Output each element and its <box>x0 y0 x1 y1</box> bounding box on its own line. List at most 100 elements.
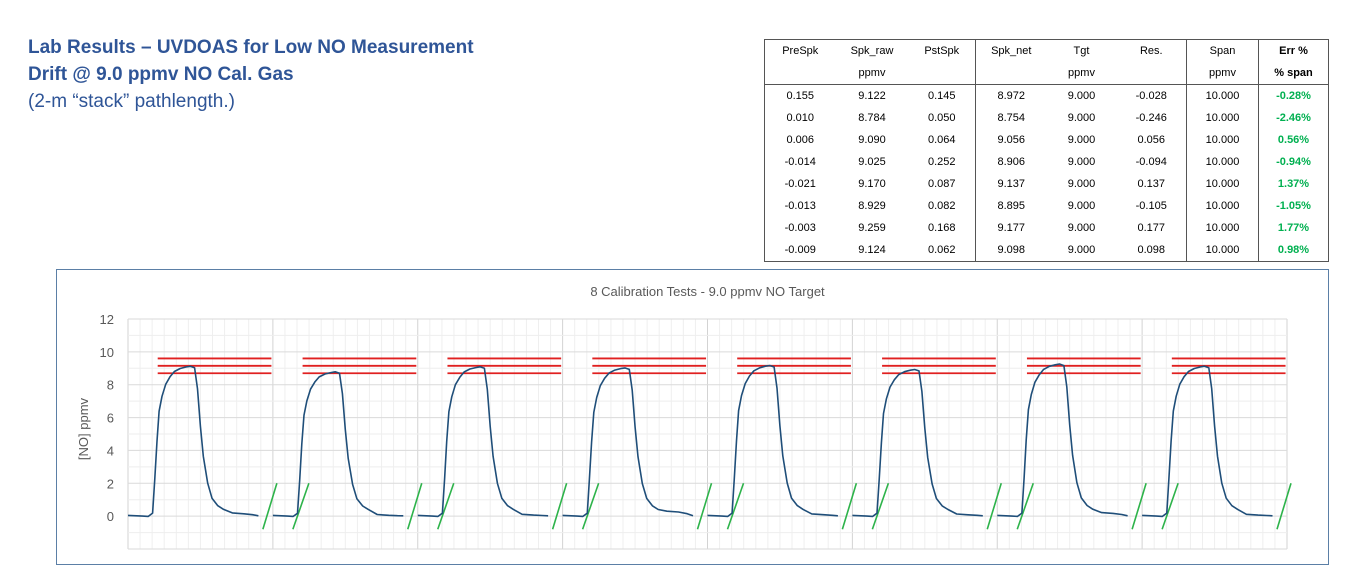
calibration-curve-test-7 <box>997 363 1128 518</box>
table-cell: 0.010 <box>786 112 815 124</box>
table-cell: 0.050 <box>927 112 956 124</box>
column-header: Spk_raw <box>850 45 894 57</box>
drift-results-table: PreSpk Spk_raw PstSpk Spk_net Tgt Res. S… <box>764 39 1329 262</box>
table-row: 0.155 9.122 0.145 8.972 9.000 -0.028 10.000 -0.… <box>765 84 1329 107</box>
table-cell: 0.145 <box>927 90 956 102</box>
error-cell: 0.56% <box>1258 129 1329 151</box>
table-cell: -0.009 <box>784 244 816 256</box>
y-tick-label: 12 <box>100 312 114 327</box>
y-tick-label: 2 <box>107 476 114 491</box>
axis-break-mark <box>986 483 1003 530</box>
table-cell: 8.754 <box>975 107 1047 129</box>
error-cell: 1.77% <box>1258 217 1329 239</box>
table-cell: 8.784 <box>858 112 886 124</box>
y-tick-label: 6 <box>107 411 114 426</box>
table-cell: 0.082 <box>927 200 956 212</box>
unit-label <box>908 62 976 85</box>
table-row: -0.013 8.929 0.082 8.895 9.000 -0.105 10.000 -1… <box>765 195 1329 217</box>
table-header-row: PreSpk Spk_raw PstSpk Spk_net Tgt Res. S… <box>765 39 1329 62</box>
chart-title: 8 Calibration Tests - 9.0 ppmv NO Target <box>590 284 825 299</box>
calibration-chart: 8 Calibration Tests - 9.0 ppmv NO Target… <box>76 284 1292 550</box>
table-cell: 0.056 <box>1137 134 1166 146</box>
axis-break-mark <box>436 483 455 530</box>
axis-break-mark <box>581 483 600 530</box>
y-tick-label: 10 <box>100 345 114 360</box>
table-row: 0.010 8.784 0.050 8.754 9.000 -0.246 10.000 -2.… <box>765 107 1329 129</box>
y-axis-label: [NO] ppmv <box>76 397 91 460</box>
table-cell: 0.137 <box>1137 178 1166 190</box>
axis-break-mark <box>871 483 890 530</box>
table-cell: 10.000 <box>1186 173 1259 195</box>
unit-label <box>764 62 836 85</box>
heading-line-1: Lab Results – UVDOAS for Low NO Measurem… <box>28 37 474 58</box>
table-cell: 9.000 <box>1067 178 1096 190</box>
table-cell: 9.000 <box>1067 156 1096 168</box>
table-cell: 9.000 <box>1067 222 1096 234</box>
table-cell: -0.021 <box>784 178 816 190</box>
table-cell: -0.028 <box>1135 90 1167 102</box>
table-cell: 9.177 <box>975 217 1047 239</box>
column-header: Tgt <box>1073 45 1090 57</box>
calibration-curve-test-2 <box>272 371 404 518</box>
calibration-curve-test-6 <box>852 368 983 518</box>
column-header: Err % <box>1258 39 1329 62</box>
unit-label: ppmv <box>1046 62 1117 85</box>
table-cell: 9.170 <box>858 178 886 190</box>
error-cell: 0.98% <box>1258 239 1329 262</box>
table-cell: 9.000 <box>1067 112 1096 124</box>
error-cell: -0.94% <box>1258 151 1329 173</box>
table-cell: 9.098 <box>975 239 1047 262</box>
table-cell: 10.000 <box>1186 84 1259 107</box>
table-cell: 0.168 <box>927 222 956 234</box>
table-cell: -0.246 <box>1135 112 1167 124</box>
error-cell: -0.28% <box>1258 84 1329 107</box>
calibration-curve-test-3 <box>417 366 549 518</box>
y-tick-label: 0 <box>107 509 114 524</box>
error-cell: -2.46% <box>1258 107 1329 129</box>
table-cell: 10.000 <box>1186 217 1259 239</box>
table-units-row: ppmv ppmv ppmv % span <box>764 62 1329 85</box>
calibration-curve-test-5 <box>707 364 838 518</box>
unit-label <box>1116 62 1187 85</box>
table-cell: 0.252 <box>927 156 956 168</box>
table-cell: 10.000 <box>1186 239 1259 262</box>
heading-block: Lab Results – UVDOAS for Low NO Measurem… <box>28 34 474 115</box>
table-body: 0.155 9.122 0.145 8.972 9.000 -0.028 10.000 -0.… <box>765 84 1329 262</box>
table-cell: 9.259 <box>858 222 886 234</box>
calibration-curve-test-4 <box>562 367 694 518</box>
table-cell: 8.906 <box>975 151 1047 173</box>
column-header: PstSpk <box>924 45 960 57</box>
column-header: Res. <box>1139 45 1163 57</box>
table-cell: 9.000 <box>1067 200 1096 212</box>
table-cell: -0.013 <box>784 200 816 212</box>
table-cell: 0.087 <box>927 178 956 190</box>
table-cell: 10.000 <box>1186 129 1259 151</box>
table-cell: 9.137 <box>975 173 1047 195</box>
unit-label: ppmv <box>1186 62 1259 85</box>
calibration-curve-test-8 <box>1142 365 1273 518</box>
axis-break-mark <box>1131 483 1147 530</box>
table-row: -0.014 9.025 0.252 8.906 9.000 -0.094 10.000 -0… <box>765 151 1329 173</box>
axis-break-mark <box>841 483 858 530</box>
table-cell: 9.000 <box>1067 244 1096 256</box>
table-row: -0.009 9.124 0.062 9.098 9.000 0.098 10.000 0.9… <box>765 239 1329 262</box>
table-cell: 0.064 <box>927 134 956 146</box>
column-header: Span <box>1186 39 1259 62</box>
table-cell: -0.014 <box>784 156 816 168</box>
table-row: -0.021 9.170 0.087 9.137 9.000 0.137 10.000 1.3… <box>765 173 1329 195</box>
axis-break-mark <box>262 483 278 530</box>
heading-line-3: (2-m “stack” pathlength.) <box>28 91 235 112</box>
error-cell: -1.05% <box>1258 195 1329 217</box>
table-cell: 8.929 <box>858 200 886 212</box>
chart-frame: 8 Calibration Tests - 9.0 ppmv NO Target… <box>56 269 1329 565</box>
y-tick-label: 8 <box>107 378 114 393</box>
table-row: -0.003 9.259 0.168 9.177 9.000 0.177 10.000 1.7… <box>765 217 1329 239</box>
column-header: PreSpk <box>782 45 819 57</box>
table-cell: 0.155 <box>786 90 815 102</box>
table-cell: 10.000 <box>1186 151 1259 173</box>
table-cell: 0.062 <box>927 244 956 256</box>
heading-line-2: Drift @ 9.0 ppmv NO Cal. Gas <box>28 64 294 85</box>
axis-break-mark <box>1016 483 1035 530</box>
table-cell: 8.895 <box>975 195 1047 217</box>
axis-break-mark <box>696 483 713 530</box>
